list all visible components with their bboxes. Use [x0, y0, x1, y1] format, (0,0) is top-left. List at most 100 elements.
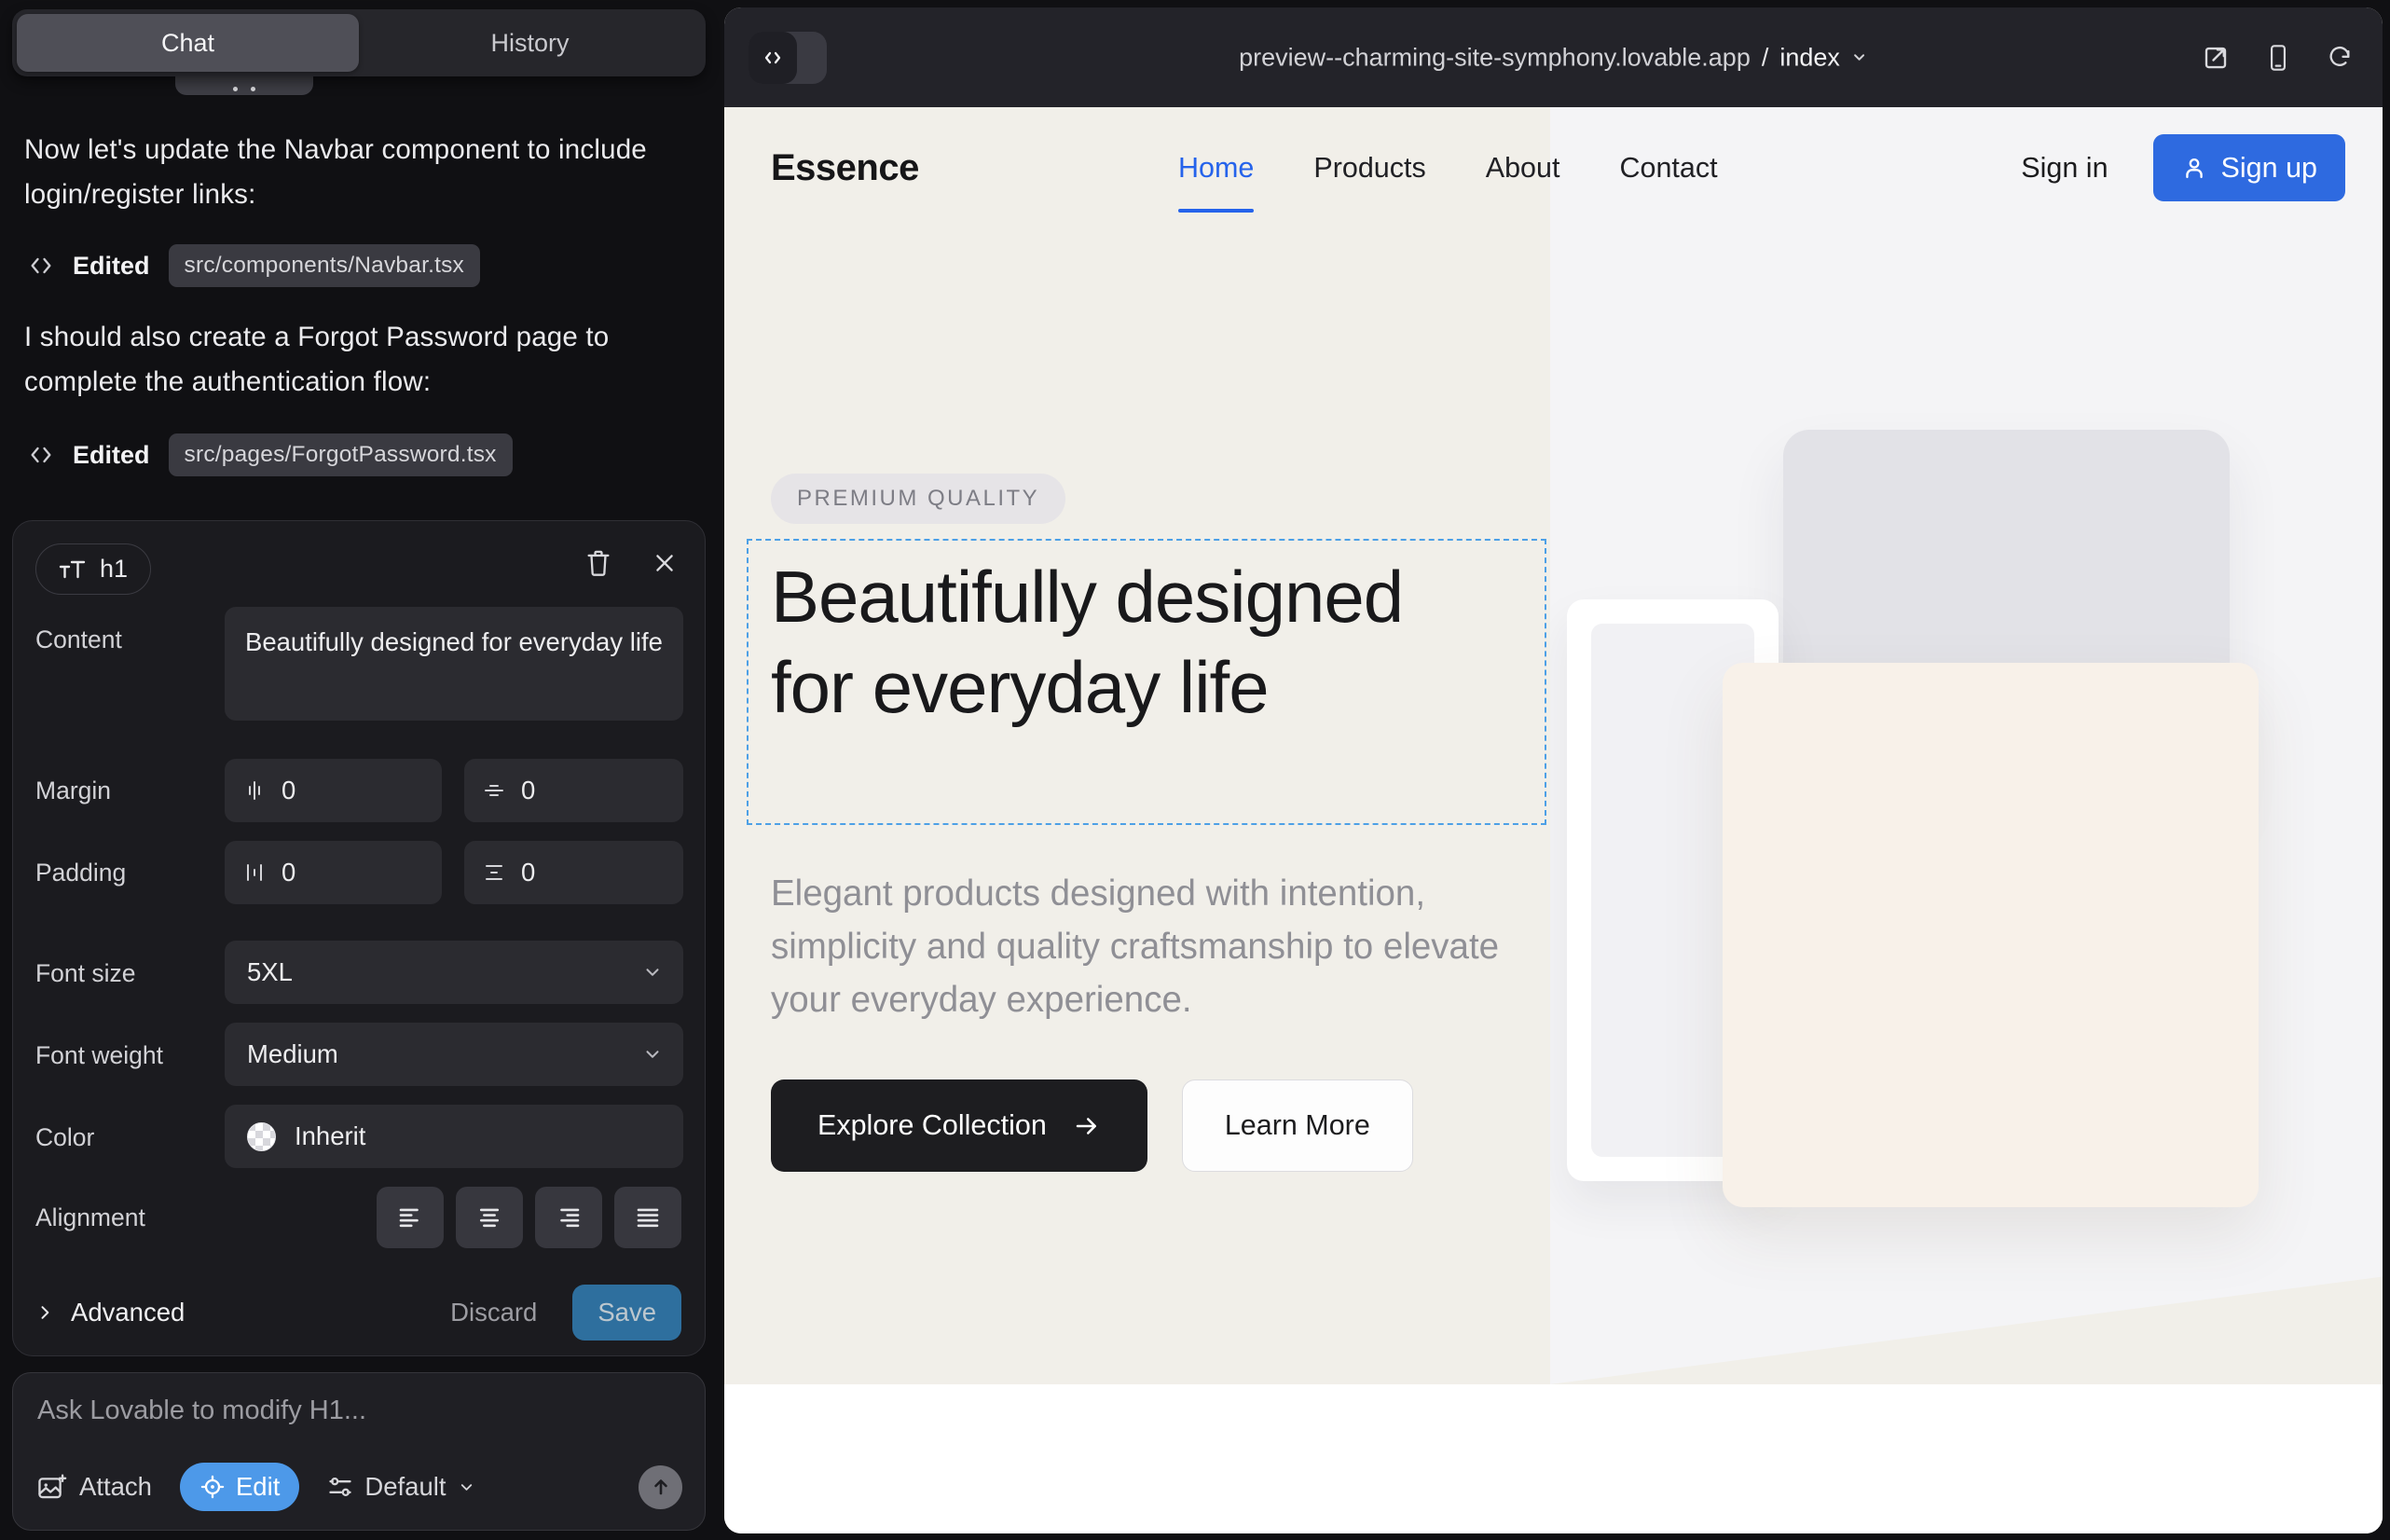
default-label: Default: [364, 1472, 446, 1502]
edit-label: Edit: [236, 1472, 280, 1502]
tab-chat[interactable]: Chat: [17, 14, 359, 72]
margin-x-value: 0: [282, 776, 295, 805]
margin-x-icon: [243, 779, 266, 802]
align-left-button[interactable]: [377, 1187, 444, 1248]
hero-wedge-shape: [1550, 1189, 2383, 1384]
attach-button[interactable]: Attach: [37, 1472, 152, 1502]
font-weight-value: Medium: [247, 1039, 338, 1069]
nav-link-home[interactable]: Home: [1178, 152, 1254, 185]
preview-toolbar: preview--charming-site-symphony.lovable.…: [724, 7, 2383, 107]
image-attach-icon: [37, 1473, 67, 1501]
chevron-down-icon: [1851, 49, 1868, 66]
padding-y-value: 0: [521, 858, 535, 887]
save-button[interactable]: Save: [572, 1285, 681, 1341]
edited-label: Edited: [73, 252, 150, 281]
element-editor-panel: h1 Content Beautifully designed for ever…: [12, 520, 706, 1356]
chat-composer[interactable]: Ask Lovable to modify H1... Attach: [12, 1372, 706, 1531]
nav-link-contact[interactable]: Contact: [1619, 152, 1717, 185]
margin-y-input[interactable]: 0: [464, 759, 683, 822]
padding-x-input[interactable]: 0: [225, 841, 442, 904]
learn-more-button[interactable]: Learn More: [1182, 1079, 1413, 1172]
send-button[interactable]: [639, 1465, 682, 1509]
open-in-new-tab-icon[interactable]: [2202, 44, 2230, 72]
file-path-badge[interactable]: src/components/Navbar.tsx: [169, 244, 480, 287]
padding-x-icon: [243, 861, 266, 884]
selected-h1-outline[interactable]: Beautifully designed for everyday life: [747, 539, 1546, 825]
chat-history-tabbar: Chat History: [12, 9, 706, 76]
edit-mode-button[interactable]: Edit: [180, 1463, 299, 1511]
premium-quality-badge: PREMIUM QUALITY: [771, 474, 1065, 524]
color-label: Color: [35, 1123, 94, 1152]
align-justify-button[interactable]: [614, 1187, 681, 1248]
nav-link-products[interactable]: Products: [1313, 152, 1425, 185]
font-size-label: Font size: [35, 959, 136, 988]
explore-collection-button[interactable]: Explore Collection: [771, 1079, 1147, 1172]
chevron-right-icon: [35, 1303, 54, 1322]
site-canvas: Essence Home Products About Contact Sign…: [724, 107, 2383, 1533]
font-weight-select[interactable]: Medium: [225, 1023, 683, 1086]
target-icon: [199, 1474, 226, 1500]
preview-url-separator: /: [1762, 43, 1769, 72]
site-brand[interactable]: Essence: [771, 147, 919, 189]
tab-history[interactable]: History: [359, 14, 701, 72]
arrow-right-icon: [1073, 1112, 1101, 1140]
chat-panel: Chat History Now let's update the Navbar…: [0, 0, 718, 1540]
font-weight-label: Font weight: [35, 1041, 163, 1070]
alignment-label: Alignment: [35, 1203, 145, 1232]
code-view-toggle[interactable]: [749, 32, 827, 84]
attach-label: Attach: [79, 1472, 152, 1502]
align-center-button[interactable]: [456, 1187, 523, 1248]
font-size-select[interactable]: 5XL: [225, 941, 683, 1004]
font-size-value: 5XL: [247, 957, 293, 987]
sign-in-link[interactable]: Sign in: [2021, 152, 2108, 185]
padding-label: Padding: [35, 859, 126, 887]
margin-y-value: 0: [521, 776, 535, 805]
preview-url-selector[interactable]: preview--charming-site-symphony.lovable.…: [1239, 43, 1868, 72]
chat-message: Now let's update the Navbar component to…: [24, 128, 690, 217]
close-icon[interactable]: [652, 551, 677, 575]
model-default-button[interactable]: Default: [327, 1472, 474, 1502]
preview-window: preview--charming-site-symphony.lovable.…: [724, 7, 2383, 1533]
content-input[interactable]: Beautifully designed for everyday life: [225, 607, 683, 721]
padding-y-icon: [483, 861, 505, 884]
margin-label: Margin: [35, 777, 111, 805]
discard-button[interactable]: Discard: [450, 1298, 537, 1327]
refresh-icon[interactable]: [2327, 45, 2353, 71]
chevron-down-icon: [458, 1478, 475, 1496]
code-icon: [28, 442, 54, 468]
padding-y-input[interactable]: 0: [464, 841, 683, 904]
content-label: Content: [35, 626, 122, 654]
code-icon: [28, 253, 54, 279]
preview-url-page: index: [1779, 43, 1840, 72]
sign-up-button[interactable]: Sign up: [2153, 134, 2345, 201]
color-select[interactable]: Inherit: [225, 1105, 683, 1168]
text-type-icon: [59, 557, 87, 582]
nav-link-about[interactable]: About: [1486, 152, 1560, 185]
advanced-toggle[interactable]: Advanced: [35, 1298, 185, 1327]
edited-file-row[interactable]: Edited src/pages/ForgotPassword.tsx: [28, 433, 513, 476]
align-right-button[interactable]: [535, 1187, 602, 1248]
margin-x-input[interactable]: 0: [225, 759, 442, 822]
sliders-icon: [327, 1474, 353, 1500]
mobile-view-icon[interactable]: [2265, 44, 2291, 72]
edited-label: Edited: [73, 441, 150, 470]
selected-element-tag[interactable]: h1: [35, 543, 151, 595]
tag-name: h1: [100, 555, 128, 584]
person-icon: [2181, 155, 2207, 181]
edited-file-row[interactable]: Edited src/components/Navbar.tsx: [28, 244, 480, 287]
explore-collection-label: Explore Collection: [817, 1109, 1047, 1142]
color-swatch: [247, 1122, 276, 1151]
color-value: Inherit: [295, 1121, 365, 1151]
margin-y-icon: [483, 779, 505, 802]
app-root: Chat History Now let's update the Navbar…: [0, 0, 2390, 1540]
decor-card-cream: [1723, 663, 2259, 1207]
delete-element-icon[interactable]: [585, 549, 611, 577]
sign-up-label: Sign up: [2221, 152, 2317, 185]
composer-placeholder[interactable]: Ask Lovable to modify H1...: [37, 1396, 680, 1426]
hero-description: Elegant products designed with intention…: [771, 867, 1526, 1026]
hero-headline[interactable]: Beautifully designed for everyday life: [771, 552, 1423, 733]
file-path-badge[interactable]: src/pages/ForgotPassword.tsx: [169, 433, 513, 476]
padding-x-value: 0: [282, 858, 295, 887]
advanced-label: Advanced: [71, 1298, 185, 1327]
scroll-peek-pill: [175, 76, 313, 95]
